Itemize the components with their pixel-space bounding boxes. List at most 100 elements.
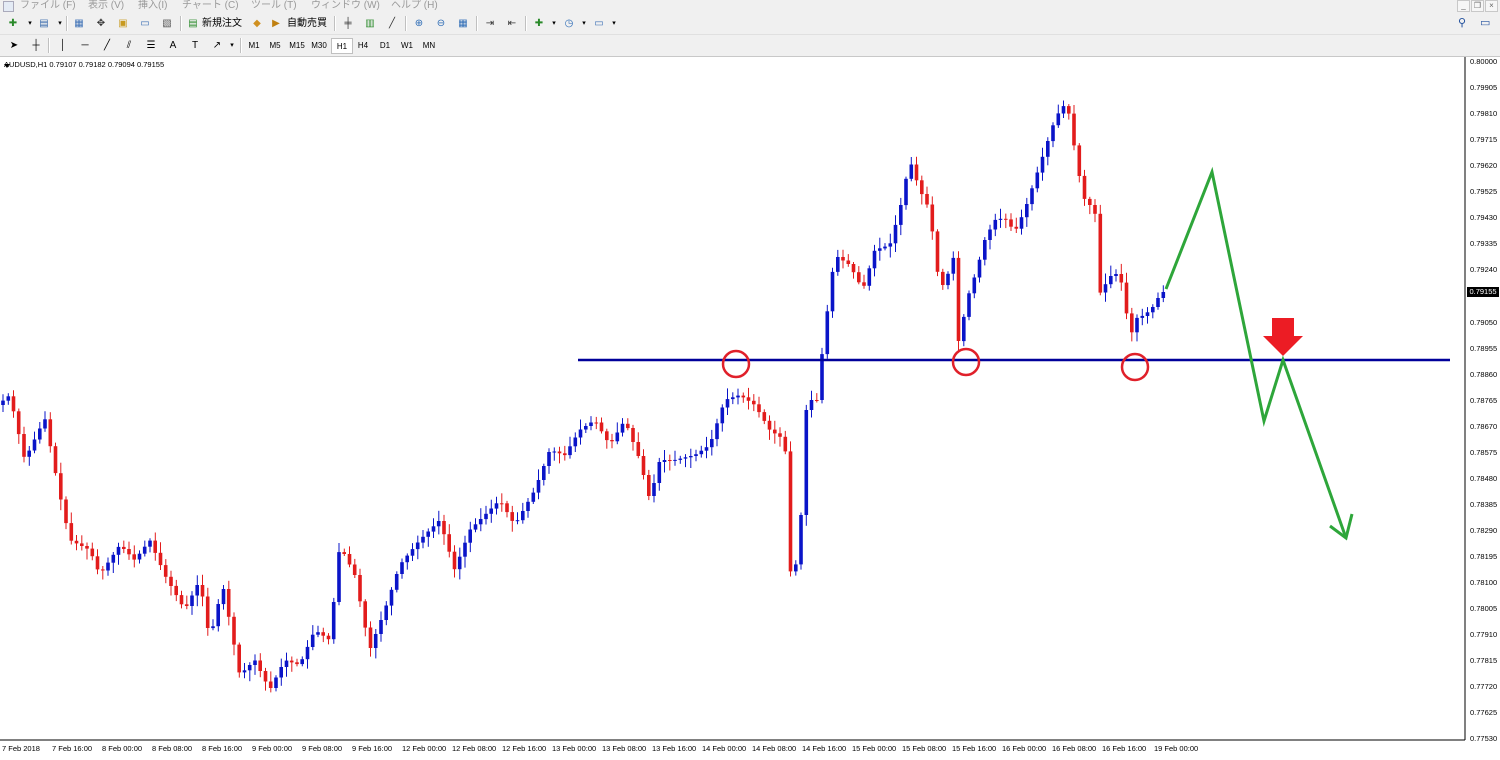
auto-trade-button[interactable]: 自動売買 <box>287 16 327 31</box>
candle-body <box>977 259 982 278</box>
new-order-icon[interactable]: ▤ <box>185 16 201 31</box>
price-chart[interactable] <box>0 57 1500 760</box>
menu-chart[interactable]: チャート (C) <box>182 0 239 11</box>
menu-insert[interactable]: 挿入(I) <box>138 0 167 11</box>
candle-body <box>158 552 163 566</box>
arrows-icon[interactable]: ↗ <box>209 38 225 53</box>
dropdown-arrow-icon[interactable]: ▾ <box>576 16 592 31</box>
candle-body <box>184 604 189 606</box>
timeframe-h4[interactable]: H4 <box>353 38 373 53</box>
candle-body <box>998 218 1003 220</box>
timeframe-d1[interactable]: D1 <box>375 38 395 53</box>
candle-body <box>27 450 31 457</box>
candle-body <box>64 499 68 524</box>
tile-windows-icon[interactable]: ▦ <box>455 16 471 31</box>
new-chart-icon[interactable]: ✚ <box>5 16 21 31</box>
candle-body <box>1151 307 1155 313</box>
candle-body <box>930 204 935 232</box>
standard-toolbar: ✚ ▾ ▤ ▾ ▦ ✥ ▣ ▭ ▧ ▤ 新規注文 ◆ ▶ 自動売買 ╪ ▥ ╱ … <box>0 13 1500 35</box>
candle-body <box>179 595 184 605</box>
candle-body <box>962 316 966 342</box>
candlestick-chart-icon[interactable]: ▥ <box>362 16 378 31</box>
channel-icon[interactable]: ⫽ <box>121 38 137 53</box>
horizontal-line-icon[interactable]: ─ <box>77 38 93 53</box>
timeframe-m1[interactable]: M1 <box>244 38 264 53</box>
vertical-line-icon[interactable]: │ <box>55 38 71 53</box>
candle-body <box>563 453 567 456</box>
menu-file[interactable]: ファイル (F) <box>20 0 76 11</box>
timeframe-m15[interactable]: M15 <box>287 38 307 53</box>
indicators-icon[interactable]: ✚ <box>531 16 547 31</box>
text-tool[interactable]: A <box>165 38 181 53</box>
new-order-button[interactable]: 新規注文 <box>202 16 242 31</box>
candle-body <box>704 447 709 451</box>
candle-body <box>43 419 47 429</box>
chart-shift-icon[interactable]: ⇤ <box>504 16 520 31</box>
search-icon[interactable]: ⚲ <box>1458 16 1466 29</box>
candle-body <box>988 229 992 240</box>
auto-trade-icon[interactable]: ◆ <box>249 16 265 31</box>
candle-body <box>300 659 304 665</box>
timeframe-m30[interactable]: M30 <box>309 38 329 53</box>
candle-body <box>394 574 399 590</box>
data-window-icon[interactable]: ✥ <box>93 16 109 31</box>
strategy-tester-icon[interactable]: ▧ <box>159 16 175 31</box>
candle-body <box>478 519 483 525</box>
menu-help[interactable]: ヘルプ (H) <box>391 0 438 11</box>
candle-body <box>725 399 730 408</box>
zoom-out-icon[interactable]: ⊖ <box>433 16 449 31</box>
candle-body <box>505 503 509 513</box>
dropdown-arrow-icon[interactable]: ▾ <box>224 38 240 53</box>
market-watch-icon[interactable]: ▦ <box>71 16 87 31</box>
candle-body <box>589 422 593 426</box>
crosshair-icon[interactable]: ┼ <box>28 38 44 53</box>
timeframe-h1[interactable]: H1 <box>331 38 353 54</box>
trendline-icon[interactable]: ╱ <box>99 38 115 53</box>
restore-button[interactable]: ❐ <box>1471 0 1484 12</box>
candle-body <box>867 268 872 286</box>
candle-body <box>1072 113 1076 146</box>
profiles-icon[interactable]: ▤ <box>36 16 52 31</box>
candle-body <box>473 524 478 530</box>
cursor-icon[interactable]: ➤ <box>6 38 22 53</box>
sell-arrow-icon <box>1263 318 1303 356</box>
candle-body <box>499 503 504 505</box>
candle-body <box>436 521 441 527</box>
chat-icon[interactable]: ▭ <box>1480 16 1490 29</box>
candle-body <box>80 543 84 546</box>
timeframe-m5[interactable]: M5 <box>265 38 285 53</box>
auto-trade-play-icon[interactable]: ▶ <box>268 16 284 31</box>
candle-body <box>494 503 499 509</box>
dropdown-arrow-icon[interactable]: ▾ <box>606 16 622 31</box>
navigator-icon[interactable]: ▣ <box>115 16 131 31</box>
candle-body <box>652 483 656 496</box>
candlesticks <box>1 100 1166 693</box>
text-label-icon[interactable]: T <box>187 38 203 53</box>
timeframe-mn[interactable]: MN <box>419 38 439 53</box>
templates-icon[interactable]: ▭ <box>591 16 607 31</box>
candle-body <box>200 585 205 597</box>
menu-tools[interactable]: ツール (T) <box>251 0 297 11</box>
fibonacci-icon[interactable]: ☰ <box>143 38 159 53</box>
periods-icon[interactable]: ◷ <box>561 16 577 31</box>
candle-body <box>741 395 746 398</box>
line-chart-icon[interactable]: ╱ <box>384 16 400 31</box>
auto-scroll-icon[interactable]: ⇥ <box>482 16 498 31</box>
candle-body <box>542 466 546 480</box>
candle-body <box>279 667 283 678</box>
terminal-icon[interactable]: ▭ <box>137 16 153 31</box>
menu-window[interactable]: ウィンドウ (W) <box>311 0 380 11</box>
close-button[interactable]: × <box>1485 0 1498 12</box>
bar-chart-icon[interactable]: ╪ <box>340 16 356 31</box>
candle-body <box>205 596 210 628</box>
candle-body <box>1014 226 1019 229</box>
candle-body <box>74 540 79 544</box>
minimize-button[interactable]: _ <box>1457 0 1470 12</box>
menu-bar: ファイル (F) 表示 (V) 挿入(I) チャート (C) ツール (T) ウ… <box>0 0 1500 13</box>
dropdown-arrow-icon[interactable]: ▾ <box>546 16 562 31</box>
candle-body <box>752 400 756 405</box>
zoom-in-icon[interactable]: ⊕ <box>411 16 427 31</box>
menu-view[interactable]: 表示 (V) <box>88 0 124 11</box>
candle-body <box>573 437 578 447</box>
timeframe-w1[interactable]: W1 <box>397 38 417 53</box>
